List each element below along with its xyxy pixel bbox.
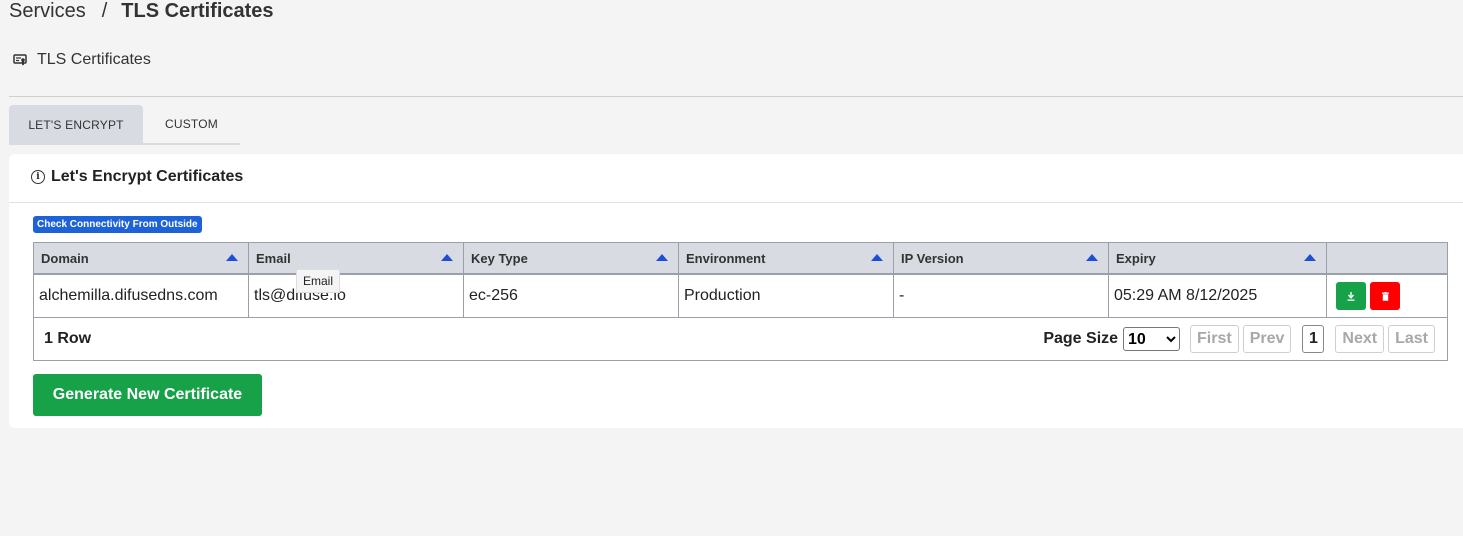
header-divider xyxy=(9,96,1463,97)
breadcrumb-separator: / xyxy=(101,0,108,22)
cell-expiry: 05:29 AM 8/12/2025 xyxy=(1109,275,1327,317)
card-title: i Let's Encrypt Certificates xyxy=(31,168,243,186)
first-page-button[interactable]: First xyxy=(1190,325,1239,353)
cell-actions xyxy=(1327,275,1447,317)
page-title: TLS Certificates xyxy=(37,51,151,68)
card-divider xyxy=(9,202,1463,203)
tab-bar: LET'S ENCRYPT CUSTOM xyxy=(9,105,240,145)
prev-page-button[interactable]: Prev xyxy=(1242,325,1292,353)
breadcrumb: Services / TLS Certificates xyxy=(9,0,274,24)
page-size-label: Page Size xyxy=(1043,330,1119,347)
download-button[interactable] xyxy=(1336,282,1366,310)
tab-custom[interactable]: CUSTOM xyxy=(143,105,240,145)
cell-ip-version: - xyxy=(894,275,1109,317)
info-icon: i xyxy=(31,170,45,184)
sort-asc-icon xyxy=(656,254,668,261)
certificate-icon xyxy=(13,54,27,66)
last-page-button[interactable]: Last xyxy=(1388,325,1435,353)
generate-certificate-button[interactable]: Generate New Certificate xyxy=(33,374,262,416)
card-title-text: Let's Encrypt Certificates xyxy=(51,168,244,185)
page-header: TLS Certificates xyxy=(13,50,151,70)
column-header-actions xyxy=(1327,243,1447,273)
column-header-expiry[interactable]: Expiry xyxy=(1109,243,1327,273)
row-count: 1 Row xyxy=(44,330,92,347)
sort-asc-icon xyxy=(1086,254,1098,261)
sort-asc-icon xyxy=(441,254,453,261)
trash-icon xyxy=(1381,291,1389,301)
sort-asc-icon xyxy=(226,254,238,261)
check-connectivity-button[interactable]: Check Connectivity From Outside xyxy=(33,216,202,233)
cell-email: tls@difuse.io xyxy=(249,275,464,317)
column-header-email[interactable]: Email xyxy=(249,243,464,273)
tab-lets-encrypt[interactable]: LET'S ENCRYPT xyxy=(9,105,143,145)
page-size-select[interactable]: 10 xyxy=(1123,327,1181,351)
table-header: Domain Email Key Type Environment IP Ver… xyxy=(34,243,1447,275)
sort-asc-icon xyxy=(1304,254,1316,261)
sort-asc-icon xyxy=(871,254,883,261)
lets-encrypt-card: i Let's Encrypt Certificates Check Conne… xyxy=(9,154,1463,428)
delete-button[interactable] xyxy=(1370,282,1400,310)
column-header-domain[interactable]: Domain xyxy=(34,243,249,273)
column-header-key-type[interactable]: Key Type xyxy=(464,243,679,273)
download-icon xyxy=(1347,291,1355,301)
breadcrumb-current: TLS Certificates xyxy=(121,0,274,22)
table-footer: 1 Row Page Size 10 First Prev 1 Next Las… xyxy=(34,318,1447,360)
email-tooltip: Email xyxy=(296,269,341,293)
cell-key-type: ec-256 xyxy=(464,275,679,317)
certificates-table: Domain Email Key Type Environment IP Ver… xyxy=(33,242,1448,361)
table-row: alchemilla.difusedns.com tls@difuse.io e… xyxy=(34,275,1447,318)
cell-environment: Production xyxy=(679,275,894,317)
cell-domain: alchemilla.difusedns.com xyxy=(34,275,249,317)
column-header-environment[interactable]: Environment xyxy=(679,243,894,273)
column-header-ip-version[interactable]: IP Version xyxy=(894,243,1109,273)
current-page-button[interactable]: 1 xyxy=(1302,325,1325,353)
next-page-button[interactable]: Next xyxy=(1335,325,1385,353)
pagination: Page Size 10 First Prev 1 Next Last xyxy=(1043,325,1435,353)
breadcrumb-parent[interactable]: Services xyxy=(9,0,86,22)
